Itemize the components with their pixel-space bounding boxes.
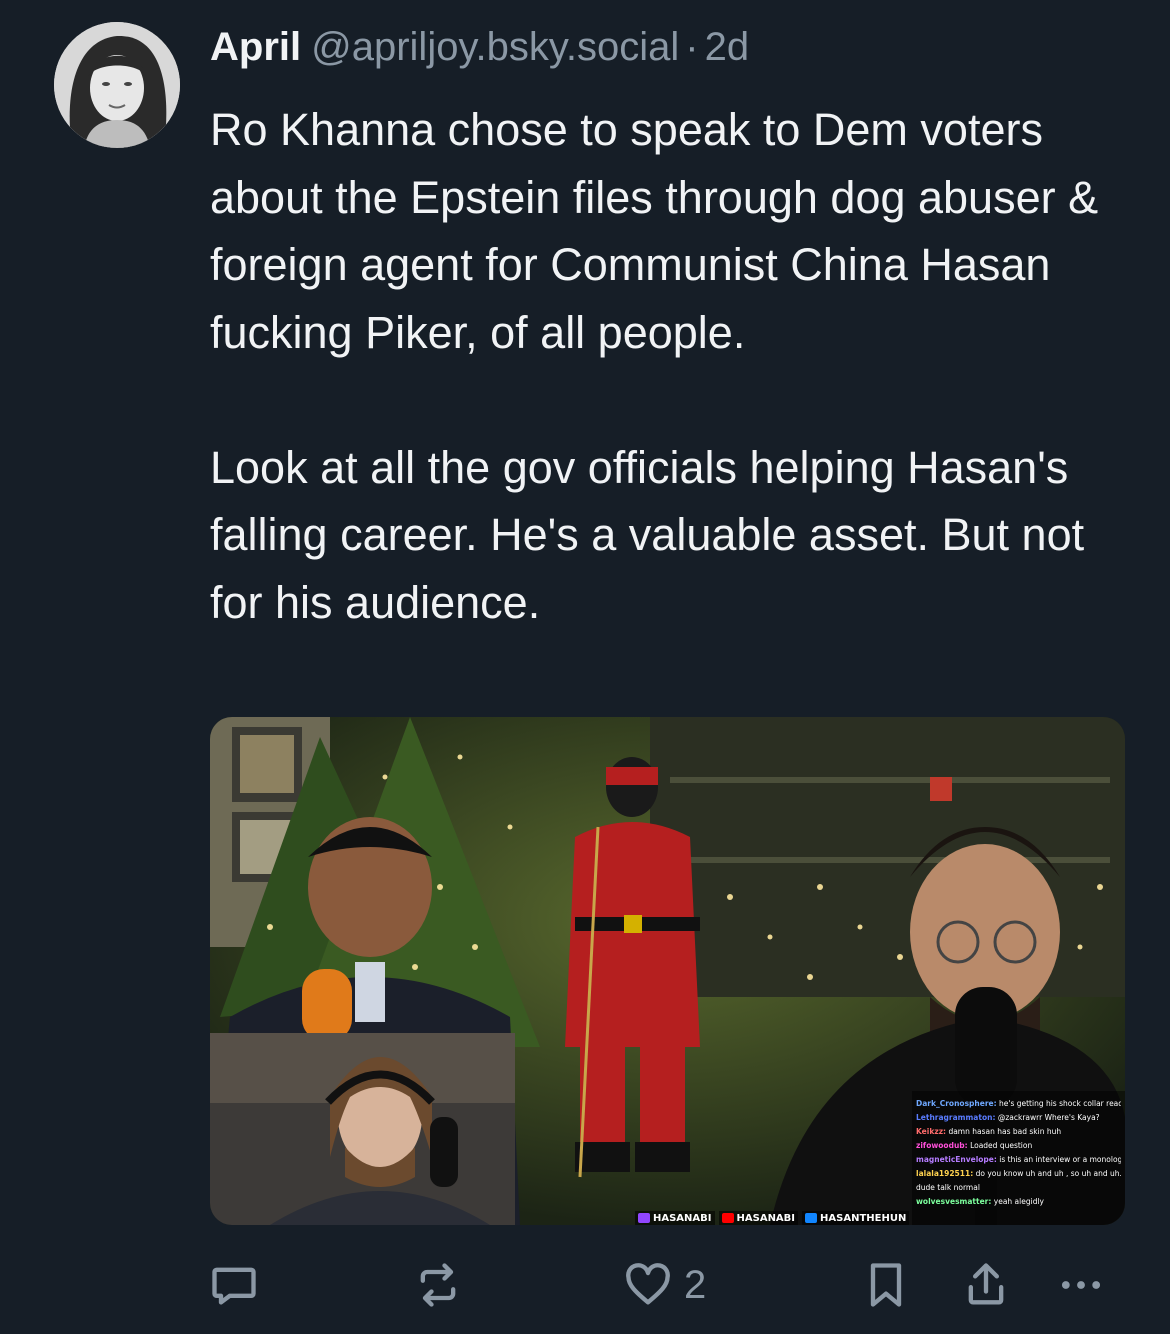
author-handle[interactable]: @apriljoy.bsky.social <box>311 25 679 69</box>
stream-tag-label: HASANTHEHUN <box>820 1212 907 1224</box>
like-count: 2 <box>684 1262 707 1307</box>
avatar[interactable] <box>54 22 180 148</box>
youtube-icon <box>721 1213 734 1223</box>
chat-message: dude talk normal <box>916 1183 980 1192</box>
chat-line: lalala192511: do you know uh and uh , so… <box>916 1167 1121 1181</box>
like-button[interactable]: 2 <box>622 1255 706 1315</box>
chat-line: Lethragrammaton: @zackrawrr Where's Kaya… <box>916 1111 1121 1125</box>
chat-message: do you know uh and uh , so uh and uh. <box>975 1169 1121 1178</box>
stream-tag: HASANABI <box>718 1211 799 1225</box>
stream-tag: HASANABI <box>635 1211 715 1225</box>
share-button[interactable] <box>960 1255 1012 1315</box>
chat-message: is this an interview or a monologue <box>999 1155 1121 1164</box>
chat-user: wolvesvesmatter: <box>916 1197 992 1206</box>
reply-button[interactable] <box>208 1255 260 1315</box>
chat-line: Dark_Cronosphere: he's getting his shock… <box>916 1097 1121 1111</box>
avatar-photo <box>54 22 180 148</box>
chat-message: damn hasan has bad skin huh <box>948 1127 1062 1136</box>
more-icon <box>1061 1281 1101 1289</box>
stream-tag: HASANTHEHUN <box>802 1211 910 1225</box>
chat-line: Keikzz: damn hasan has bad skin huh <box>916 1125 1121 1139</box>
chat-user: Dark_Cronosphere: <box>916 1099 997 1108</box>
repost-icon <box>420 1263 456 1307</box>
chat-user: zifowoodub: <box>916 1141 968 1150</box>
more-options-button[interactable] <box>1055 1255 1107 1315</box>
header-separator: · <box>685 25 699 69</box>
chat-message: he's getting his shock collar ready <box>999 1099 1121 1108</box>
chat-user: magneticEnvelope: <box>916 1155 997 1164</box>
post-timestamp[interactable]: 2d <box>705 25 750 69</box>
post-media-image[interactable]: Dark_Cronosphere: he's getting his shock… <box>210 717 1125 1225</box>
stream-chat: Dark_Cronosphere: he's getting his shock… <box>916 1097 1121 1209</box>
share-icon <box>968 1263 1004 1305</box>
chat-user: Keikzz: <box>916 1127 947 1136</box>
author-display-name[interactable]: April <box>210 25 301 69</box>
chat-message: Loaded question <box>970 1141 1033 1150</box>
chat-line: magneticEnvelope: is this an interview o… <box>916 1153 1121 1167</box>
stream-tag-label: HASANABI <box>653 1212 712 1224</box>
stream-handle-tags: HASANABI HASANABI HASANTHEHUN <box>635 1211 910 1225</box>
post[interactable]: April @apriljoy.bsky.social · 2d Ro Khanna … <box>0 0 1170 1334</box>
chat-message: yeah alegidly <box>993 1197 1044 1206</box>
bluesky-icon <box>805 1213 818 1223</box>
bookmark-button[interactable] <box>860 1255 912 1315</box>
chat-user: Lethragrammaton: <box>916 1113 996 1122</box>
post-actions: 2 <box>0 1255 1170 1315</box>
heart-icon <box>626 1263 670 1305</box>
chat-user: lalala192511: <box>916 1169 974 1178</box>
bookmark-icon <box>870 1263 902 1307</box>
reply-icon <box>212 1267 256 1305</box>
chat-line: zifowoodub: Loaded question <box>916 1139 1121 1153</box>
chat-line: wolvesvesmatter: yeah alegidly <box>916 1195 1121 1209</box>
post-header: April @apriljoy.bsky.social · 2d <box>210 22 749 72</box>
stream-tag-label: HASANABI <box>736 1212 796 1224</box>
twitch-icon <box>638 1213 650 1223</box>
chat-line: dude talk normal <box>916 1181 1121 1195</box>
repost-button[interactable] <box>412 1255 464 1315</box>
chat-message: @zackrawrr Where's Kaya? <box>997 1113 1100 1122</box>
post-text: Ro Khanna chose to speak to Dem voters a… <box>210 104 1099 628</box>
